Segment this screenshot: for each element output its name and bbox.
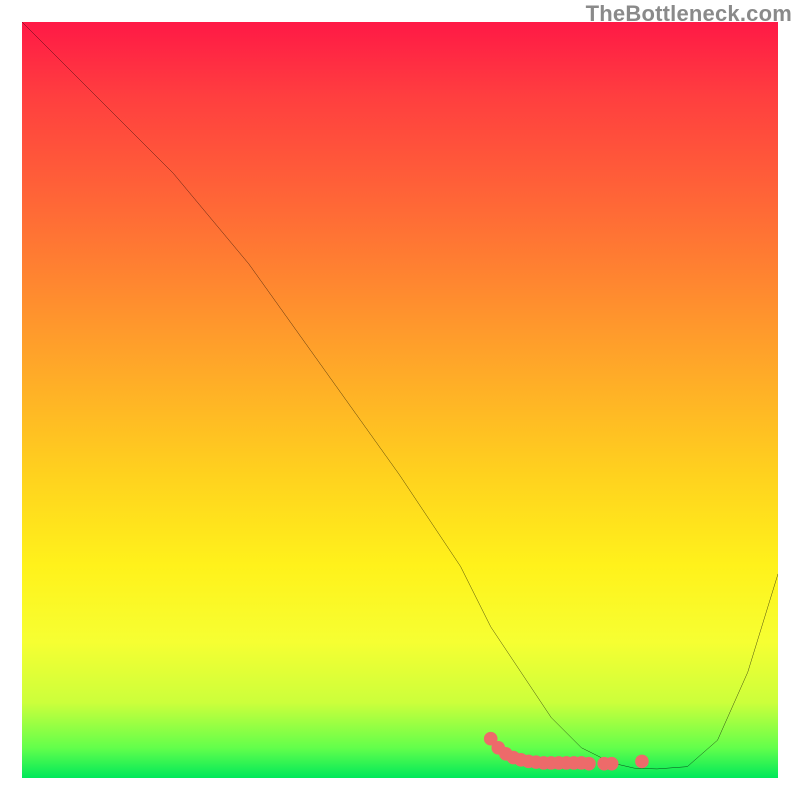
chart-canvas: TheBottleneck.com	[0, 0, 800, 800]
marker-dot	[635, 755, 649, 769]
chart-overlay	[22, 22, 778, 778]
marker-dot	[582, 757, 596, 771]
marker-group	[484, 732, 649, 771]
watermark-text: TheBottleneck.com	[586, 1, 792, 27]
marker-dot	[605, 757, 619, 771]
bottleneck-curve-line	[22, 22, 778, 769]
